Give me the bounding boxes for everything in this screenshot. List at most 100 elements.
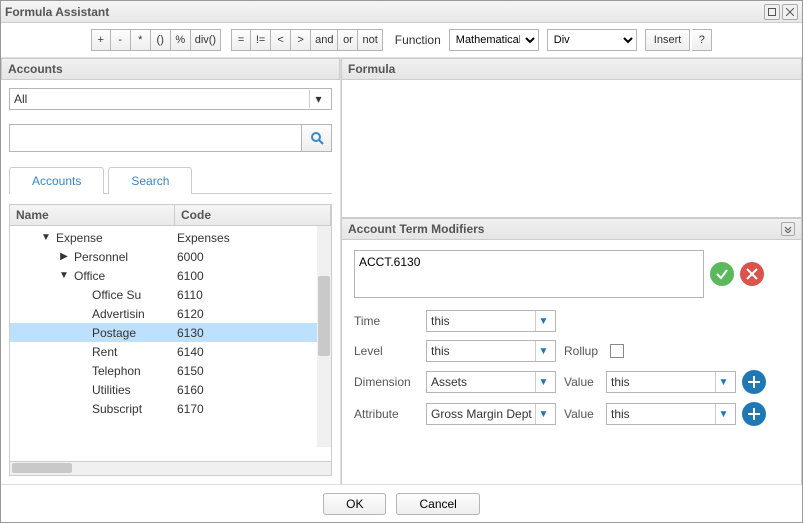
- window-controls: [764, 4, 798, 20]
- search-button[interactable]: [302, 124, 332, 152]
- tree-row[interactable]: Utilities 6160: [10, 380, 331, 399]
- chevron-down-icon: ▼: [535, 372, 551, 392]
- ok-button[interactable]: OK: [323, 493, 386, 515]
- rollup-label: Rollup: [556, 344, 606, 358]
- expand-icon[interactable]: ▼: [40, 232, 52, 243]
- time-select[interactable]: this▼: [426, 310, 556, 332]
- tree-row[interactable]: ▼Expense Expenses: [10, 228, 331, 247]
- dimension-value-select[interactable]: this▼: [606, 371, 736, 393]
- rollup-checkbox[interactable]: [610, 344, 624, 358]
- tree-row-code: Expenses: [175, 231, 331, 245]
- cmp-button-1[interactable]: !=: [251, 29, 271, 51]
- collapse-icon[interactable]: ▶: [58, 251, 70, 262]
- cmp-button-0[interactable]: =: [231, 29, 251, 51]
- cmp-button-4[interactable]: and: [311, 29, 338, 51]
- modifiers-panel-header: Account Term Modifiers: [341, 218, 802, 240]
- tree-row[interactable]: Office Su6110: [10, 285, 331, 304]
- tree-row-code: 6100: [175, 269, 331, 283]
- level-select[interactable]: this▼: [426, 340, 556, 362]
- add-attribute-button[interactable]: [742, 402, 766, 426]
- tree-row-code: 6170: [175, 402, 331, 416]
- accounts-filter-combo[interactable]: All ▾: [9, 88, 332, 110]
- attribute-label: Attribute: [354, 407, 426, 421]
- dimension-select[interactable]: Assets▼: [426, 371, 556, 393]
- tree-row[interactable]: Rent 6140: [10, 342, 331, 361]
- tree-row-code: 6150: [175, 364, 331, 378]
- chevron-down-icon: ▼: [535, 311, 551, 331]
- tree-row-name: Advertisin: [88, 307, 145, 321]
- op-button-3[interactable]: (): [151, 29, 171, 51]
- chevron-down-icon: ▼: [535, 341, 551, 361]
- collapse-button[interactable]: [781, 222, 795, 236]
- tab-accounts[interactable]: Accounts: [9, 167, 104, 194]
- accounts-filter-value: All: [14, 92, 27, 106]
- close-button[interactable]: [782, 4, 798, 20]
- plus-icon: [747, 375, 761, 389]
- accounts-tree[interactable]: ▼ExpenseExpenses▶Personnel6000▼Office610…: [9, 226, 332, 462]
- tree-row-name: Rent: [88, 345, 117, 359]
- horizontal-scroll-thumb[interactable]: [12, 463, 72, 473]
- tree-row-code: 6130: [175, 326, 331, 340]
- tree-row[interactable]: Postage6130: [10, 323, 331, 342]
- accounts-panel: Accounts All ▾ Accounts Search Nam: [1, 58, 341, 484]
- function-name-select[interactable]: Div: [547, 29, 637, 51]
- tree-row[interactable]: Telephon6150: [10, 361, 331, 380]
- vertical-scrollbar[interactable]: [317, 226, 331, 447]
- help-button[interactable]: ?: [692, 29, 712, 51]
- maximize-icon: [768, 8, 776, 16]
- tree-row-code: 6000: [175, 250, 331, 264]
- level-label: Level: [354, 344, 426, 358]
- op-button-1[interactable]: -: [111, 29, 131, 51]
- add-dimension-button[interactable]: [742, 370, 766, 394]
- dialog-footer: OK Cancel: [1, 484, 802, 522]
- tab-search[interactable]: Search: [108, 167, 192, 194]
- function-category-select[interactable]: Mathematical: [449, 29, 539, 51]
- cancel-button[interactable]: Cancel: [396, 493, 479, 515]
- tree-row[interactable]: Advertisin 6120: [10, 304, 331, 323]
- cmp-button-6[interactable]: not: [358, 29, 382, 51]
- cmp-button-5[interactable]: or: [338, 29, 358, 51]
- tree-row-name: Expense: [52, 231, 103, 245]
- x-icon: [746, 268, 758, 280]
- tree-row-code: 6140: [175, 345, 331, 359]
- chevron-down-icon: [784, 225, 792, 233]
- confirm-button[interactable]: [710, 262, 734, 286]
- op-button-0[interactable]: +: [91, 29, 111, 51]
- accounts-grid-header: Name Code: [9, 204, 332, 226]
- attribute-value-select[interactable]: this▼: [606, 403, 736, 425]
- right-panel: Formula Account Term Modifiers ACCT.6130: [341, 58, 802, 484]
- attribute-select[interactable]: Gross Margin Dept▼: [426, 403, 556, 425]
- formula-editor[interactable]: [341, 80, 802, 218]
- expand-icon[interactable]: ▼: [58, 270, 70, 281]
- tree-row-name: Personnel: [70, 250, 128, 264]
- chevron-down-icon: ▼: [535, 404, 551, 424]
- formula-assistant-window: Formula Assistant +-*()%div() =!=<>andor…: [0, 0, 803, 523]
- op-button-4[interactable]: %: [171, 29, 191, 51]
- accounts-search-input[interactable]: [9, 124, 302, 152]
- dimension-label: Dimension: [354, 375, 426, 389]
- cmp-button-2[interactable]: <: [271, 29, 291, 51]
- tree-row-name: Subscript: [88, 402, 142, 416]
- tree-row-code: 6120: [175, 307, 331, 321]
- tree-row-code: 6160: [175, 383, 331, 397]
- op-button-2[interactable]: *: [131, 29, 151, 51]
- tree-row[interactable]: ▶Personnel 6000: [10, 247, 331, 266]
- discard-button[interactable]: [740, 262, 764, 286]
- tree-row[interactable]: Subscript 6170: [10, 399, 331, 418]
- op-button-5[interactable]: div(): [191, 29, 221, 51]
- chevron-down-icon: ▼: [715, 404, 731, 424]
- vertical-scroll-thumb[interactable]: [318, 276, 330, 356]
- maximize-button[interactable]: [764, 4, 780, 20]
- account-term-input[interactable]: ACCT.6130: [354, 250, 704, 298]
- cmp-button-3[interactable]: >: [291, 29, 311, 51]
- horizontal-scrollbar[interactable]: [9, 462, 332, 476]
- tree-row-name: Utilities: [88, 383, 131, 397]
- check-icon: [715, 267, 729, 281]
- tree-row[interactable]: ▼Office6100: [10, 266, 331, 285]
- col-header-name[interactable]: Name: [10, 205, 175, 225]
- accounts-panel-header: Accounts: [1, 58, 340, 80]
- tree-row-code: 6110: [175, 288, 331, 302]
- chevron-down-icon: ▾: [309, 90, 327, 108]
- insert-button[interactable]: Insert: [645, 29, 691, 51]
- col-header-code[interactable]: Code: [175, 205, 331, 225]
